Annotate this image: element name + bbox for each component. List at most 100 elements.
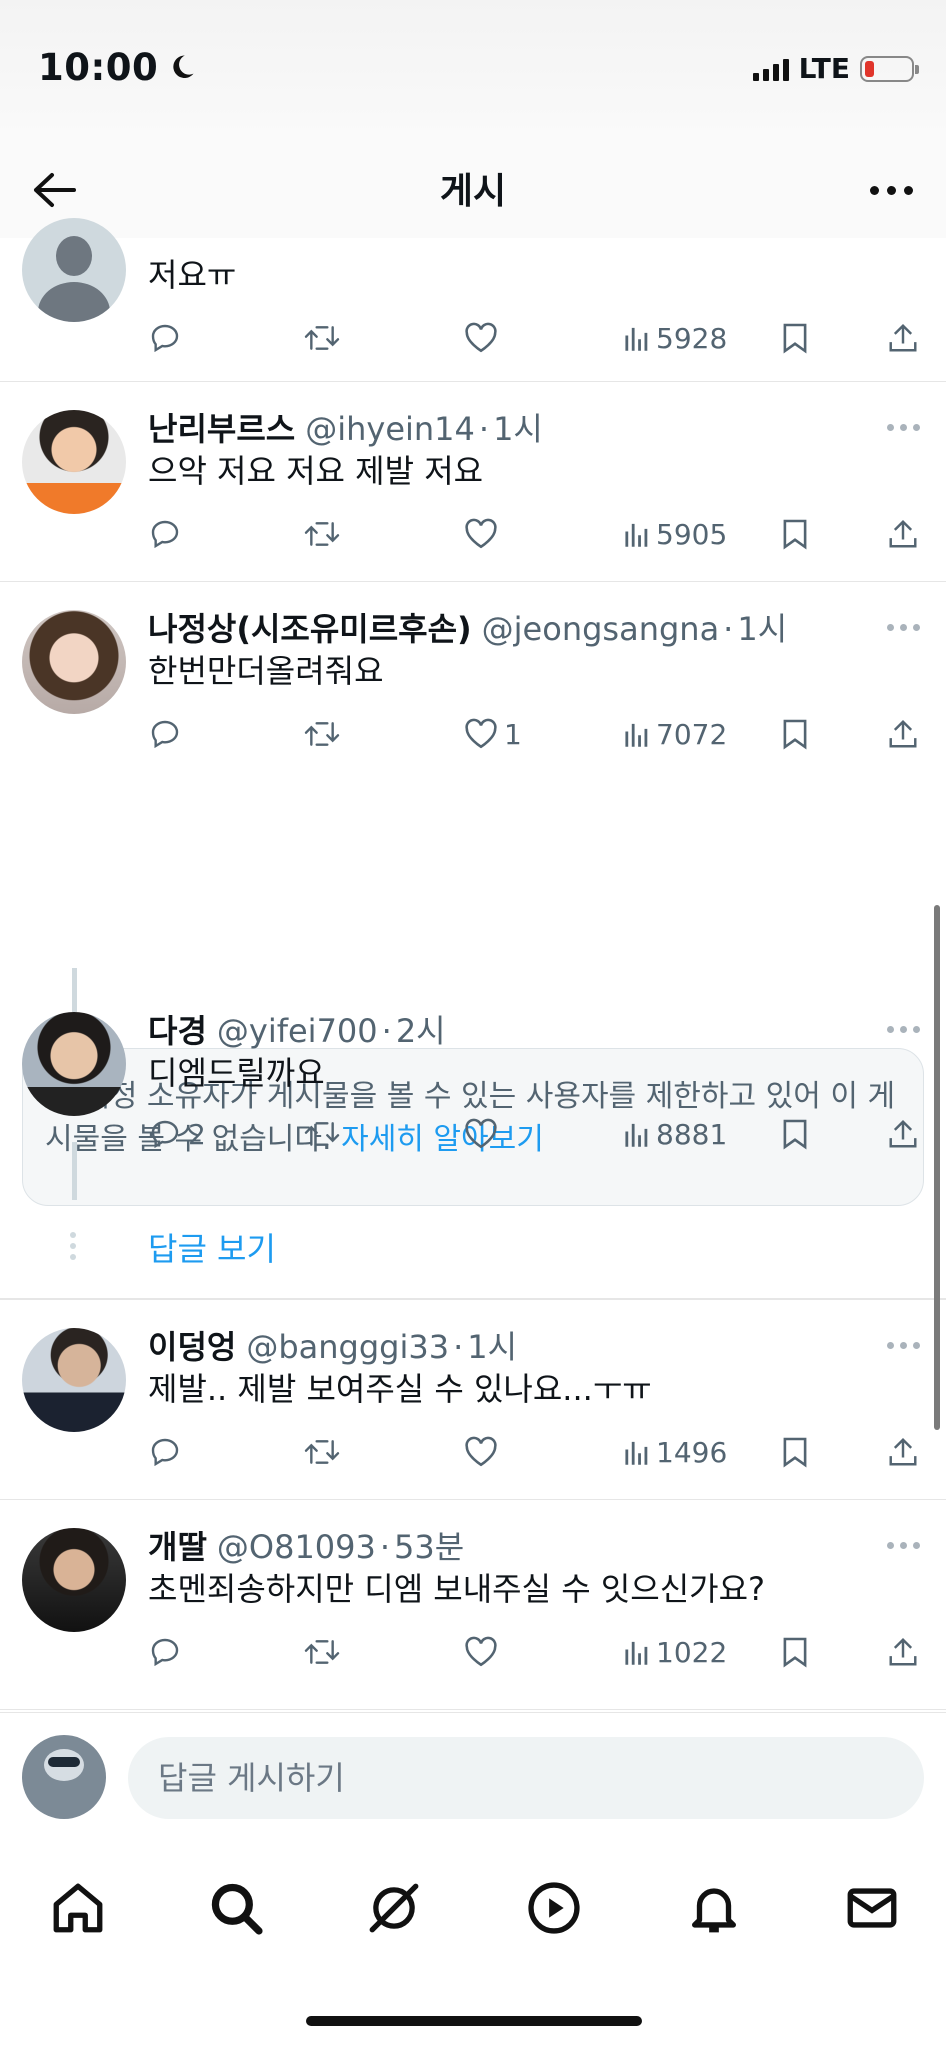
reply-button[interactable] xyxy=(148,512,182,556)
display-name[interactable]: 나정상(시조유미르후손) xyxy=(148,604,472,650)
my-avatar[interactable] xyxy=(22,1735,106,1819)
views-value: 1022 xyxy=(656,1635,728,1669)
avatar[interactable] xyxy=(22,1528,126,1632)
avatar[interactable] xyxy=(22,1012,126,1116)
handle[interactable]: @yifei700 xyxy=(217,1012,378,1050)
share-button[interactable] xyxy=(888,1630,918,1674)
bookmark-button[interactable] xyxy=(782,1430,808,1474)
share-icon xyxy=(889,1119,917,1148)
status-time: 10:00 xyxy=(38,46,159,89)
show-replies-link[interactable]: 답글 보기 xyxy=(148,1224,276,1270)
reply-text: 초멘죄송하지만 디엠 보내주실 수 잇으신가요? xyxy=(148,1570,766,1608)
repost-icon xyxy=(304,1122,340,1146)
like-button[interactable] xyxy=(464,1630,498,1674)
share-button[interactable] xyxy=(888,1112,918,1156)
handle[interactable]: @bangggi33 xyxy=(246,1328,449,1366)
repost-icon xyxy=(304,326,340,350)
handle[interactable]: @jeongsangna xyxy=(482,610,720,648)
bookmark-button[interactable] xyxy=(782,512,808,556)
avatar[interactable] xyxy=(22,610,126,714)
views-count[interactable]: 5905 xyxy=(624,512,727,556)
reply-input[interactable] xyxy=(128,1737,924,1819)
tab-notifications[interactable] xyxy=(674,1868,754,1948)
reply-item[interactable]: 나정상(시조유미르후손) @jeongsangna · 1시 한번만더올려줘요 … xyxy=(0,582,946,782)
more-options-button[interactable] xyxy=(856,162,926,218)
reply-button[interactable] xyxy=(148,712,182,756)
like-button[interactable] xyxy=(464,316,498,360)
bottom-tab-bar xyxy=(0,1840,946,2048)
reply-item[interactable]: 난리부르스 @ihyein14 · 1시 으악 저요 저요 제발 저요 5905 xyxy=(0,382,946,582)
share-button[interactable] xyxy=(888,1430,918,1474)
tab-home[interactable] xyxy=(38,1868,118,1948)
like-button[interactable] xyxy=(464,512,498,556)
reply-text: 저요ㅠ xyxy=(148,256,237,294)
avatar[interactable] xyxy=(22,218,126,322)
likes-value: 1 xyxy=(504,717,522,751)
share-button[interactable] xyxy=(888,512,918,556)
handle[interactable]: @O81093 xyxy=(217,1528,376,1566)
heart-icon xyxy=(465,718,497,749)
more-options-button[interactable] xyxy=(887,1542,920,1549)
repost-button[interactable] xyxy=(304,1630,340,1674)
thread-continuation-icon xyxy=(70,1232,76,1260)
like-button[interactable] xyxy=(464,1112,498,1156)
reply-item[interactable]: 개딸 @O81093 · 53분 초멘죄송하지만 디엠 보내주실 수 잇으신가요… xyxy=(0,1500,946,1710)
repost-button[interactable] xyxy=(304,712,340,756)
timestamp: 1시 xyxy=(493,410,543,448)
repost-button[interactable] xyxy=(304,1112,340,1156)
bookmark-icon xyxy=(783,719,807,750)
reply-button[interactable] xyxy=(148,316,182,360)
bar-chart-icon xyxy=(625,327,648,351)
reply-text: 디엠드릴까요 xyxy=(148,1054,325,1092)
views-count[interactable]: 8881 xyxy=(624,1112,727,1156)
reply-item[interactable]: 저요ㅠ 5928 xyxy=(0,218,946,382)
comment-icon xyxy=(151,720,179,749)
display-name[interactable]: 다경 xyxy=(148,1006,207,1052)
views-count[interactable]: 7072 xyxy=(624,712,727,756)
status-clock: 10:00 xyxy=(38,46,196,89)
tab-search[interactable] xyxy=(196,1868,276,1948)
reply-text: 제발.. 제발 보여주실 수 있나요...ㅜㅠ xyxy=(148,1370,652,1408)
reply-author: 다경 @yifei700 · 2시 xyxy=(148,1006,446,1052)
more-options-button[interactable] xyxy=(887,624,920,631)
reply-button[interactable]: 2 xyxy=(148,1112,206,1156)
reply-button[interactable] xyxy=(148,1630,182,1674)
more-options-button[interactable] xyxy=(887,424,920,431)
more-options-button[interactable] xyxy=(887,1026,920,1033)
share-button[interactable] xyxy=(888,712,918,756)
share-icon xyxy=(889,1637,917,1666)
bookmark-button[interactable] xyxy=(782,1630,808,1674)
display-name[interactable]: 난리부르스 xyxy=(148,404,295,450)
reply-button[interactable] xyxy=(148,1430,182,1474)
tab-grok[interactable] xyxy=(354,1868,434,1948)
repost-button[interactable] xyxy=(304,1430,340,1474)
repost-button[interactable] xyxy=(304,512,340,556)
repost-button[interactable] xyxy=(304,316,340,360)
bookmark-icon xyxy=(783,1119,807,1150)
reply-item[interactable]: 이덩엉 @bangggi33 · 1시 제발.. 제발 보여주실 수 있나요..… xyxy=(0,1300,946,1500)
bookmark-button[interactable] xyxy=(782,1112,808,1156)
tab-video[interactable] xyxy=(514,1868,594,1948)
avatar[interactable] xyxy=(22,410,126,514)
home-indicator[interactable] xyxy=(306,2016,642,2026)
share-button[interactable] xyxy=(888,316,918,360)
display-name[interactable]: 개딸 xyxy=(148,1522,207,1568)
comment-icon xyxy=(151,1120,179,1149)
views-value: 5905 xyxy=(656,517,728,551)
more-options-button[interactable] xyxy=(887,1342,920,1349)
views-value: 7072 xyxy=(656,717,728,751)
views-count[interactable]: 1496 xyxy=(624,1430,727,1474)
scrollbar[interactable] xyxy=(934,905,940,1430)
like-button[interactable] xyxy=(464,1430,498,1474)
views-count[interactable]: 1022 xyxy=(624,1630,727,1674)
timestamp: 53분 xyxy=(394,1528,465,1566)
display-name[interactable]: 이덩엉 xyxy=(148,1322,236,1368)
bookmark-button[interactable] xyxy=(782,316,808,360)
bookmark-button[interactable] xyxy=(782,712,808,756)
views-count[interactable]: 5928 xyxy=(624,316,727,360)
tab-messages[interactable] xyxy=(832,1868,912,1948)
handle[interactable]: @ihyein14 xyxy=(305,410,475,448)
avatar[interactable] xyxy=(22,1328,126,1432)
page-title: 게시 xyxy=(439,171,507,212)
like-button[interactable]: 1 xyxy=(464,712,522,756)
